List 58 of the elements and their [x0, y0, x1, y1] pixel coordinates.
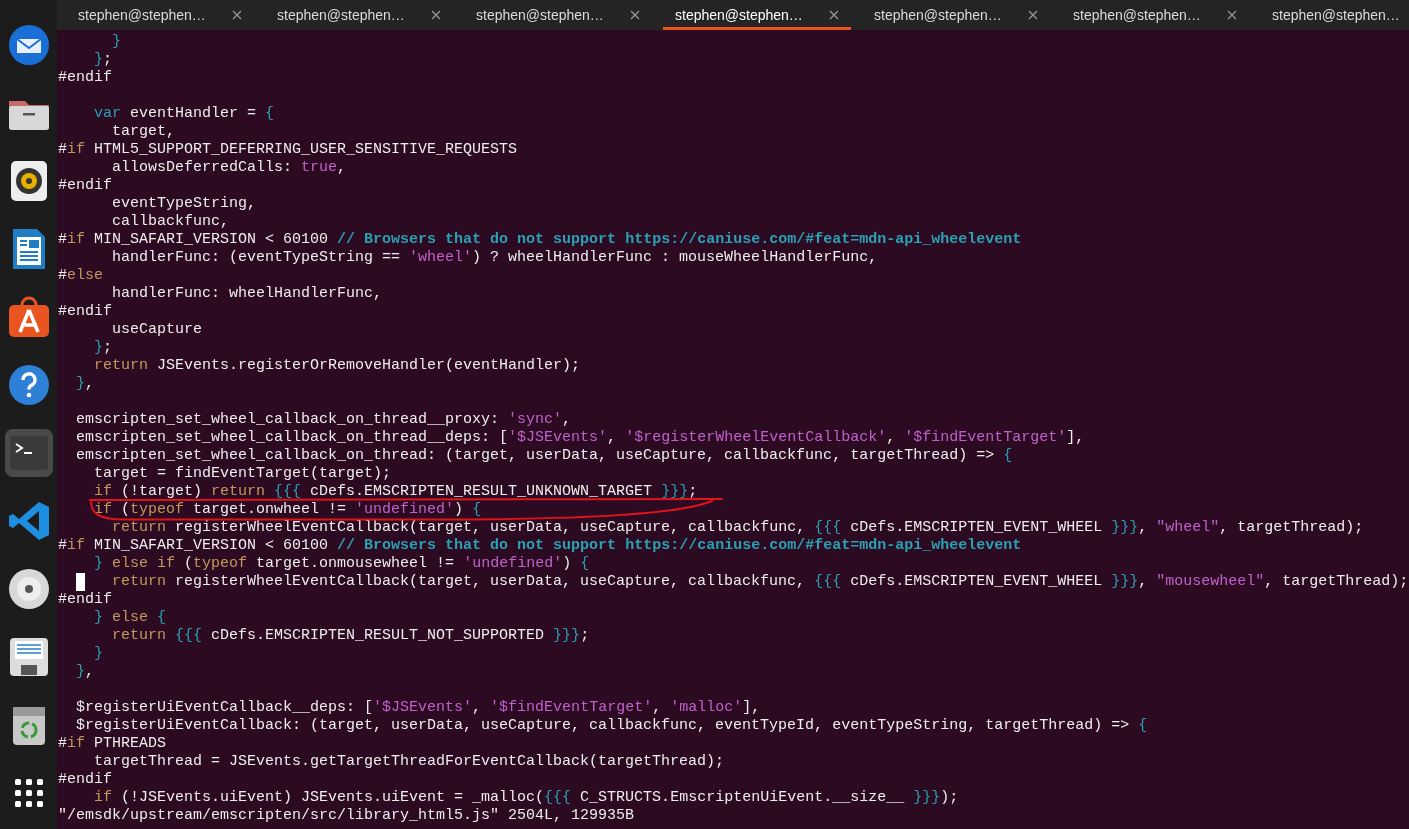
close-icon[interactable] [232, 10, 242, 20]
close-icon[interactable] [829, 10, 839, 20]
close-icon[interactable] [431, 10, 441, 20]
code-line: }, [75, 375, 95, 392]
code-editor-icon [6, 499, 51, 543]
status-line: "/emsdk/upstream/emscripten/src/library_html5.js" 2504L, 129935B [58, 807, 636, 825]
code-line: target = findEventTarget(target); [93, 465, 392, 482]
code-line: var eventHandler = { [93, 105, 275, 122]
code-line: #if HTML5_SUPPORT_DEFERRING_USER_SENSITIVE_REQUESTS [58, 141, 518, 158]
code-line: #endif [58, 591, 112, 608]
code-line: target, [111, 123, 176, 140]
code-line: #endif [58, 69, 112, 86]
code-line: }; [93, 339, 113, 356]
code-line: $registerUiEventCallback__deps: ['$JSEvents', '$findEventTarget', 'malloc'], [75, 699, 761, 716]
close-icon[interactable] [630, 10, 640, 20]
code-line: allowsDeferredCalls: true, [111, 159, 347, 176]
code-line: emscripten_set_wheel_callback_on_thread__deps: ['$JSEvents', '$registerWheelEventCallback', '$findEventTarget'], [75, 429, 1085, 446]
code-line: #endif [58, 303, 112, 320]
code-line: #if MIN_SAFARI_VERSION < 60100 // Browsers that do not support https://caniuse.com/#feat=mdn-api_wheelevent [58, 231, 1022, 248]
mail-icon [6, 23, 51, 67]
close-icon[interactable] [1227, 10, 1237, 20]
code-line: } [111, 33, 121, 50]
code-line: $registerUiEventCallback: (target, userData, useCapture, callbackfunc, eventTypeId, eventTypeString, targetThread) => { [75, 717, 1148, 734]
code-line: return registerWheelEventCallback(target, userData, useCapture, callbackfunc, {{{ cDefs.EMSCRIPTEN_EVENT_WHEEL }}}, "wheel", targetThread); [111, 519, 1364, 536]
code-line: targetThread = JSEvents.getTargetThreadForEventCallback(targetThread); [93, 753, 725, 770]
code-line: callbackfunc, [111, 213, 230, 230]
shopping-bag-icon [6, 295, 51, 339]
code-line: #endif [58, 177, 112, 194]
code-line: return {{{ cDefs.EMSCRIPTEN_RESULT_NOT_SUPPORTED }}}; [111, 627, 590, 644]
code-line: #endif [58, 771, 112, 788]
terminal-tab[interactable]: stephen@stephen… [464, 0, 652, 30]
code-line: return registerWheelEventCallback(target, userData, useCapture, callbackfunc, {{{ cDefs.EMSCRIPTEN_EVENT_WHEEL }}}, "mousewheel", targetThread); [111, 573, 1409, 590]
code-line: return JSEvents.registerOrRemoveHandler(eventHandler); [93, 357, 581, 374]
code-line: if (!JSEvents.uiEvent) JSEvents.uiEvent = _malloc({{{ C_STRUCTS.EmscriptenUiEvent.__size__ }}}); [93, 789, 959, 806]
close-icon[interactable] [1028, 10, 1038, 20]
help-icon [6, 363, 51, 407]
code-line: emscripten_set_wheel_callback_on_thread__proxy: 'sync', [75, 411, 572, 428]
code-line: #else [58, 267, 104, 284]
code-line: }; [93, 51, 113, 68]
terminal-tab[interactable]: stephen@stephen… [66, 0, 254, 30]
code-line: emscripten_set_wheel_callback_on_thread: (target, userData, useCapture, callbackfunc, targetThread) => { [75, 447, 1013, 464]
code-line: if (!target) return {{{ cDefs.EMSCRIPTEN_RESULT_UNKNOWN_TARGET }}}; [93, 483, 698, 500]
terminal-tab[interactable]: stephen@stephen… [265, 0, 453, 30]
code-line: } [93, 645, 103, 662]
code-line: useCapture [111, 321, 203, 338]
code-line: #if PTHREADS [58, 735, 167, 752]
code-line: handlerFunc: (eventTypeString == 'wheel') ? wheelHandlerFunc : mouseWheelHandlerFunc, [111, 249, 878, 266]
code-line: if (typeof target.onwheel != 'undefined') { [93, 501, 482, 518]
terminal-tab[interactable]: stephen@stephen… [862, 0, 1050, 30]
code-line: } else { [93, 609, 167, 626]
code-line: eventTypeString, [111, 195, 257, 212]
terminal-tab[interactable]: stephen@stephen… [1260, 0, 1409, 30]
code-line: }, [75, 663, 95, 680]
code-line: handlerFunc: wheelHandlerFunc, [111, 285, 383, 302]
terminal-tab[interactable]: stephen@stephen… [1061, 0, 1249, 30]
code-line: } else if (typeof target.onmousewheel != 'undefined') { [93, 555, 590, 572]
code-line: #if MIN_SAFARI_VERSION < 60100 // Browsers that do not support https://caniuse.com/#feat=mdn-api_wheelevent [58, 537, 1022, 554]
disc-icon [6, 567, 51, 611]
